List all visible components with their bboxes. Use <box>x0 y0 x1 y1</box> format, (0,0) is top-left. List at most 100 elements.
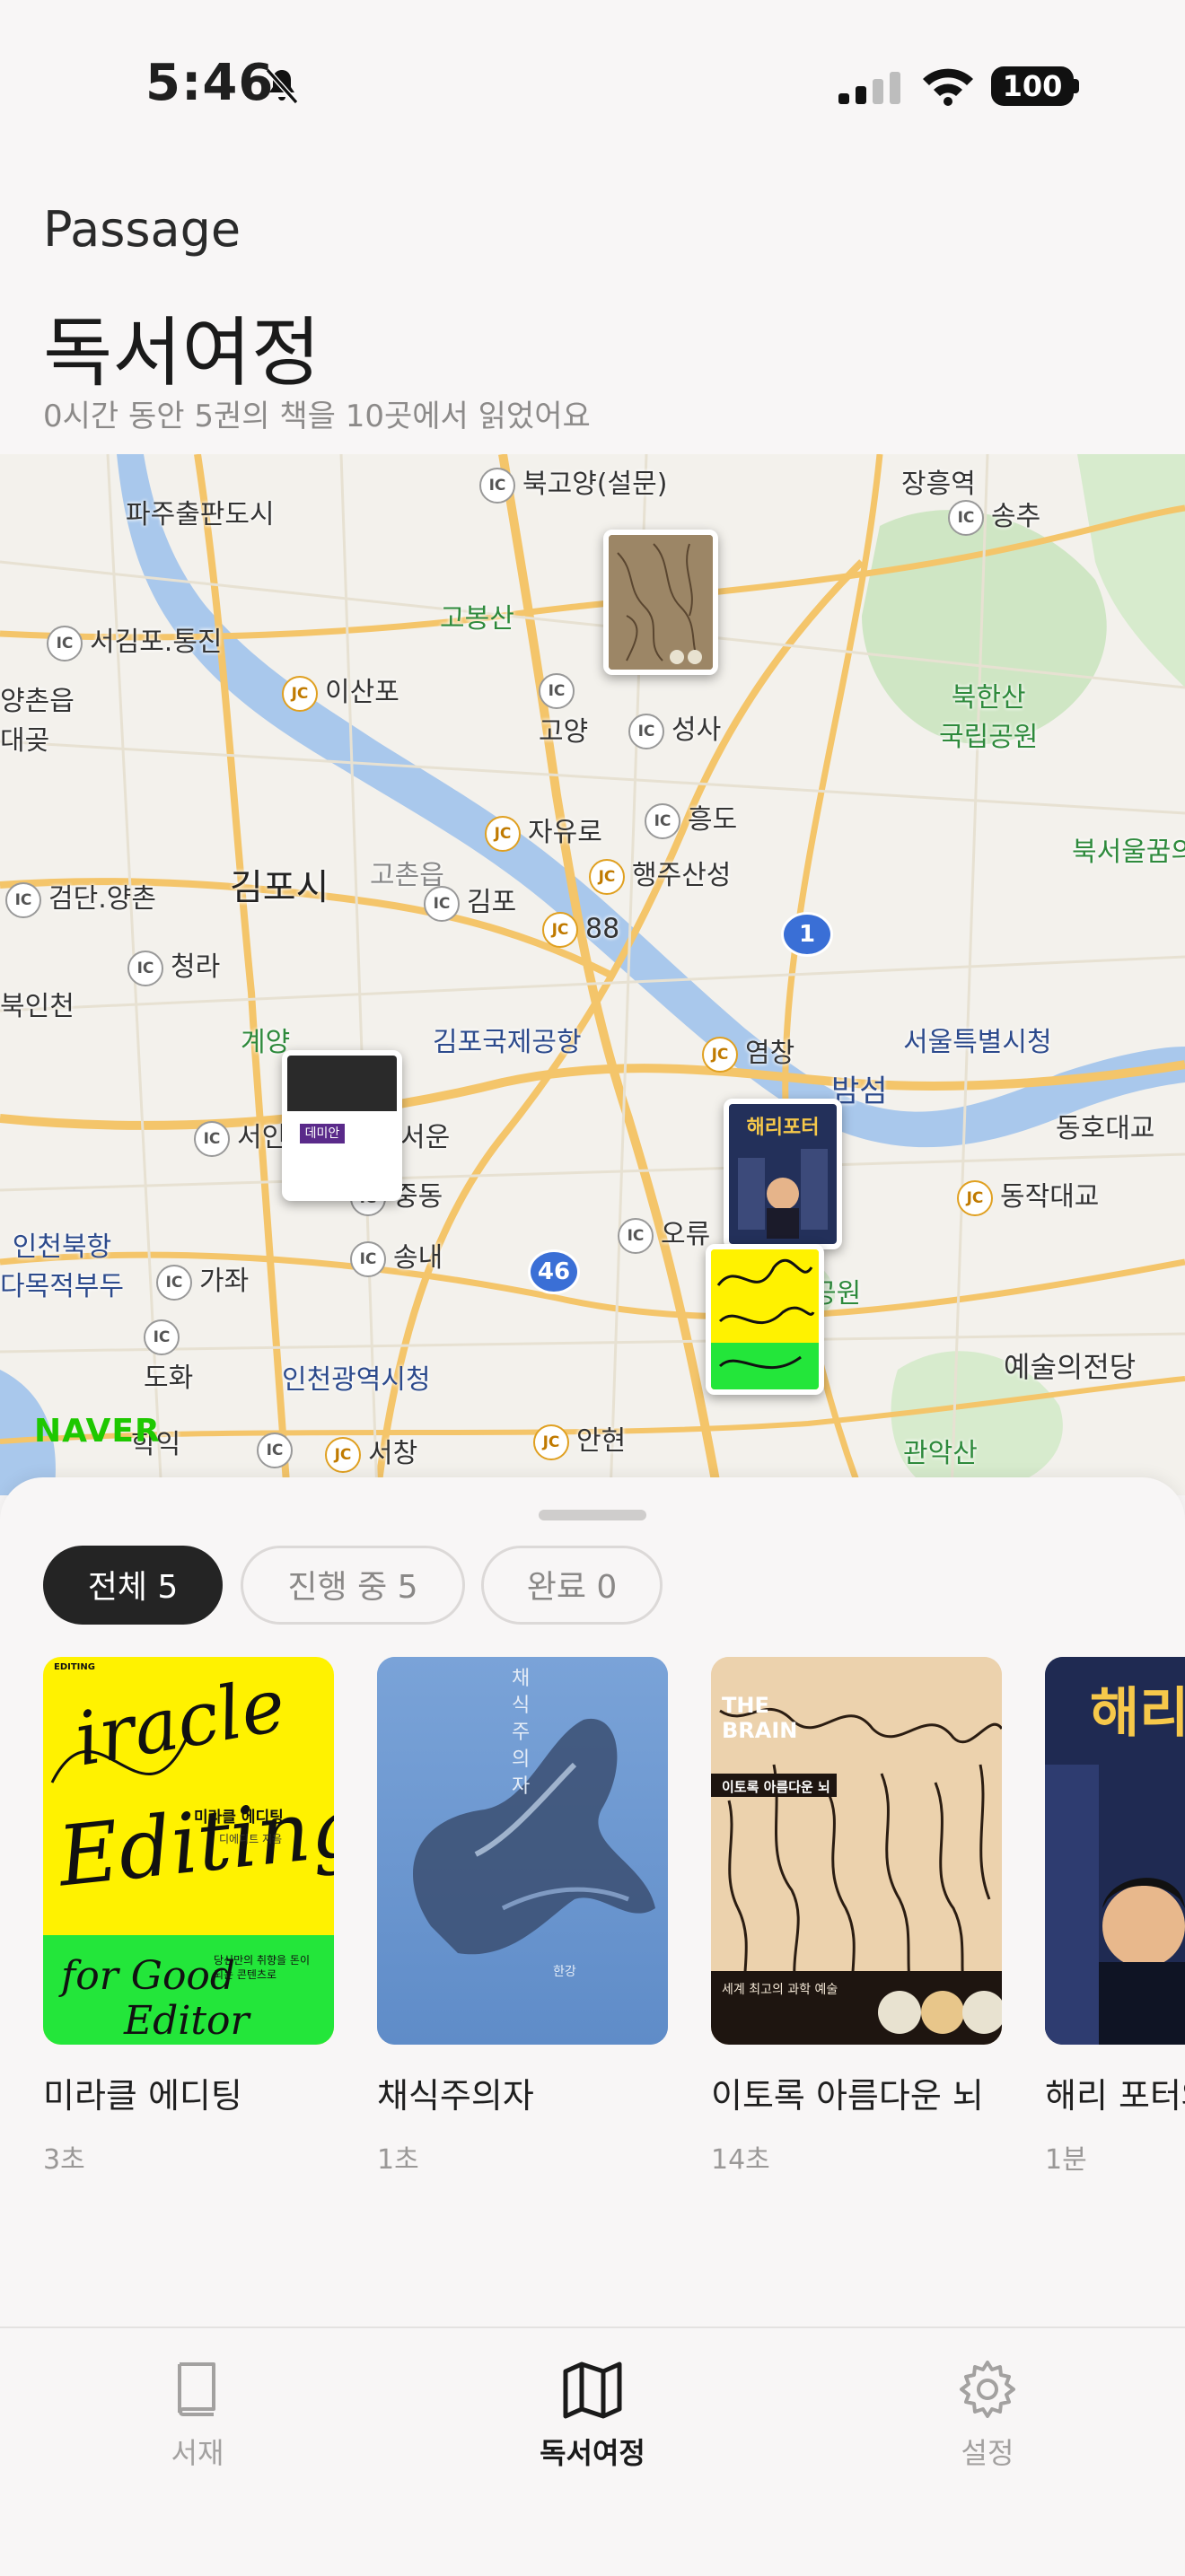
book-card-miracle[interactable]: EDITING iracle Editing for Good Editor 미… <box>43 1657 334 2177</box>
map-label-incheon-north: 인천북항 다목적부두 <box>0 1231 124 1302</box>
map-label-songchu: IC 송추 <box>948 494 1040 536</box>
map-label-arts: 예술의전당 <box>1004 1350 1137 1384</box>
route-46-shield: 46 <box>528 1249 580 1294</box>
svg-text:Editor: Editor <box>123 1998 252 2044</box>
book-icon <box>178 2362 215 2416</box>
book-title: 채식주의자 <box>377 2076 534 2116</box>
cover-subtitle-miracle: 미라클 에디팅 <box>194 1809 284 1827</box>
book-card-harry[interactable]: 해리 해리 포터와 1분 <box>1045 1657 1185 2177</box>
map-icon <box>563 2361 622 2419</box>
map-label-gaja: IC 가좌 <box>156 1258 249 1301</box>
book-title: 미라클 에디팅 <box>43 2076 242 2116</box>
svg-text:iracle: iracle <box>69 1662 292 1783</box>
tab-label: 독서여정 <box>540 2436 645 2470</box>
tab-label: 설정 <box>961 2436 1014 2470</box>
cover-subtitle-brain: 이토록 아름다운 뇌 <box>722 1779 830 1795</box>
map-label-seogimpo: IC 서김포.통진 <box>47 619 223 662</box>
filter-chip-all[interactable]: 전체 5 <box>43 1546 223 1625</box>
tab-settings[interactable]: 설정 <box>880 2357 1095 2472</box>
map-label-bukseoul: 북서울꿈의 <box>1072 837 1185 868</box>
book-cover-brain: THE BRAIN 이토록 아름다운 뇌 세계 최고의 과학 예술 <box>711 1657 1002 2045</box>
book-cover-vegetarian: 채식주의자 한강 <box>377 1657 668 2045</box>
demian-cover-title: 데미안 <box>300 1124 345 1143</box>
book-cover-miracle: EDITING iracle Editing for Good Editor 미… <box>43 1657 334 2045</box>
map-label-bukincheon: 북인천 <box>0 991 75 1022</box>
book-reading-time: 1초 <box>377 2144 419 2176</box>
map-label-bukhansan: 북한산 국립공원 <box>939 682 1039 753</box>
svg-text:Editing: Editing <box>52 1778 334 1906</box>
map-label-seongsa: IC 성사 <box>628 707 721 749</box>
map-label-geomdan: IC 검단.양촌 <box>5 876 156 918</box>
book-reading-time: 14초 <box>711 2144 770 2176</box>
brain-cover-thumb <box>609 535 713 670</box>
map-marker-harry[interactable]: 해리포터 <box>724 1099 842 1249</box>
map-label-haengjusan: JC 행주산성 <box>589 853 731 895</box>
naver-attribution[interactable]: NAVER <box>34 1413 161 1450</box>
tab-label: 서재 <box>171 2436 224 2470</box>
map-label-gimpo-city: 김포시 <box>230 867 329 908</box>
cover-title-brain: THE BRAIN <box>722 1693 798 1743</box>
cover-author-miracle: 디에디트 지음 <box>219 1833 283 1845</box>
map-label-gobongsan: 고봉산 <box>440 603 514 635</box>
map-label-doha: IC 도화 <box>144 1319 193 1395</box>
cover-art-miracle: iracle Editing for Good Editor <box>43 1662 334 2045</box>
harry-cover-title: 해리포터 <box>746 1117 820 1139</box>
bell-muted-icon <box>265 68 299 104</box>
battery-tip <box>1074 79 1079 93</box>
book-reading-time: 3초 <box>43 2144 85 2176</box>
battery-indicator: 100 <box>991 66 1074 106</box>
book-title: 해리 포터와 <box>1045 2076 1185 2116</box>
map-label-seochang-ic: IC <box>257 1433 300 1468</box>
cover-title-harry: 해리 <box>1090 1682 1185 1745</box>
miracle-cover-thumb <box>711 1249 819 1389</box>
book-reading-time: 1분 <box>1045 2144 1087 2176</box>
app-brand: Passage <box>43 201 241 258</box>
map-label-isan: JC 이산포 <box>282 670 399 712</box>
map-label-paju: 파주출판도시 <box>126 499 275 530</box>
harry-cover-art <box>738 1149 828 1239</box>
page-title: 독서여정 <box>43 309 321 397</box>
map-label-gimpo-airport: 김포국제공항 <box>433 1027 582 1058</box>
cellular-signal-icon <box>838 72 900 104</box>
map-label-gimpo-ic: IC 김포 <box>424 880 516 922</box>
map-marker-miracle[interactable] <box>706 1244 824 1395</box>
cover-title-vegetarian: 채식주의자 <box>512 1668 531 1798</box>
sheet-grabber[interactable] <box>539 1510 646 1520</box>
book-card-brain[interactable]: THE BRAIN 이토록 아름다운 뇌 세계 최고의 과학 예술 이토록 아름… <box>711 1657 1002 2177</box>
filter-chip-in-progress[interactable]: 진행 중 5 <box>241 1546 465 1625</box>
map-label-seoin: IC 서인 <box>194 1115 286 1157</box>
map-label-heungdo: IC 흥도 <box>645 797 737 839</box>
demian-cover-photo <box>287 1056 397 1111</box>
map-label-cheongra: IC 청라 <box>127 944 220 986</box>
cover-tagline-miracle: 당신만의 취향을 돈이 되는 콘텐츠로 <box>214 1954 310 1981</box>
map-label-dongho: 동호대교 <box>1056 1113 1155 1144</box>
map-label-yangchon: 양촌읍 대곶 <box>0 686 75 757</box>
map-label-oryu: IC 오류 <box>618 1212 710 1254</box>
book-title: 이토록 아름다운 뇌 <box>711 2076 984 2116</box>
book-cover-harry: 해리 <box>1045 1657 1185 2045</box>
map-label-anhyeon: JC 안현 <box>533 1418 626 1460</box>
tab-library[interactable]: 서재 <box>90 2357 305 2472</box>
wifi-icon <box>923 68 973 106</box>
route-1-shield: 1 <box>781 912 833 957</box>
tab-reading-journey[interactable]: 독서여정 <box>485 2357 700 2472</box>
book-card-vegetarian[interactable]: 채식주의자 한강 채식주의자 1초 <box>377 1657 668 2177</box>
map-marker-demian[interactable]: 데미안 <box>282 1050 402 1201</box>
map-label-seoul-cityhall: 서울특별시청 <box>903 1027 1052 1058</box>
filter-chip-done[interactable]: 완료 0 <box>481 1546 663 1625</box>
reading-summary: 0시간 동안 5권의 책을 10곳에서 읽었어요 <box>43 399 591 434</box>
map-label-yeomchang: JC 염창 <box>702 1030 794 1073</box>
map-label-bukgoyang: IC 북고양(설문) <box>479 461 667 504</box>
map-marker-brain[interactable] <box>603 530 718 675</box>
svg-text:for Good: for Good <box>58 1953 235 1999</box>
map-label-incheon-cityhall: 인천광역시청 <box>282 1364 431 1396</box>
reading-map[interactable]: 파주출판도시 IC 북고양(설문) 장흥역 IC 송추 고봉산 북한산 국립공원 I… <box>0 454 1185 1495</box>
map-label-songnae: IC 송내 <box>350 1235 443 1277</box>
map-label-jayuro: JC 자유로 <box>485 810 602 852</box>
status-time: 5:46 <box>145 54 275 112</box>
map-label-goyang: IC 고양 <box>539 673 588 749</box>
cover-tagline-brain: 세계 최고의 과학 예술 <box>722 1983 838 1997</box>
map-label-seochang: JC 서창 <box>325 1431 417 1473</box>
map-label-seoun: 서운 <box>400 1122 451 1153</box>
map-label-jc88: JC 88 <box>542 912 619 948</box>
